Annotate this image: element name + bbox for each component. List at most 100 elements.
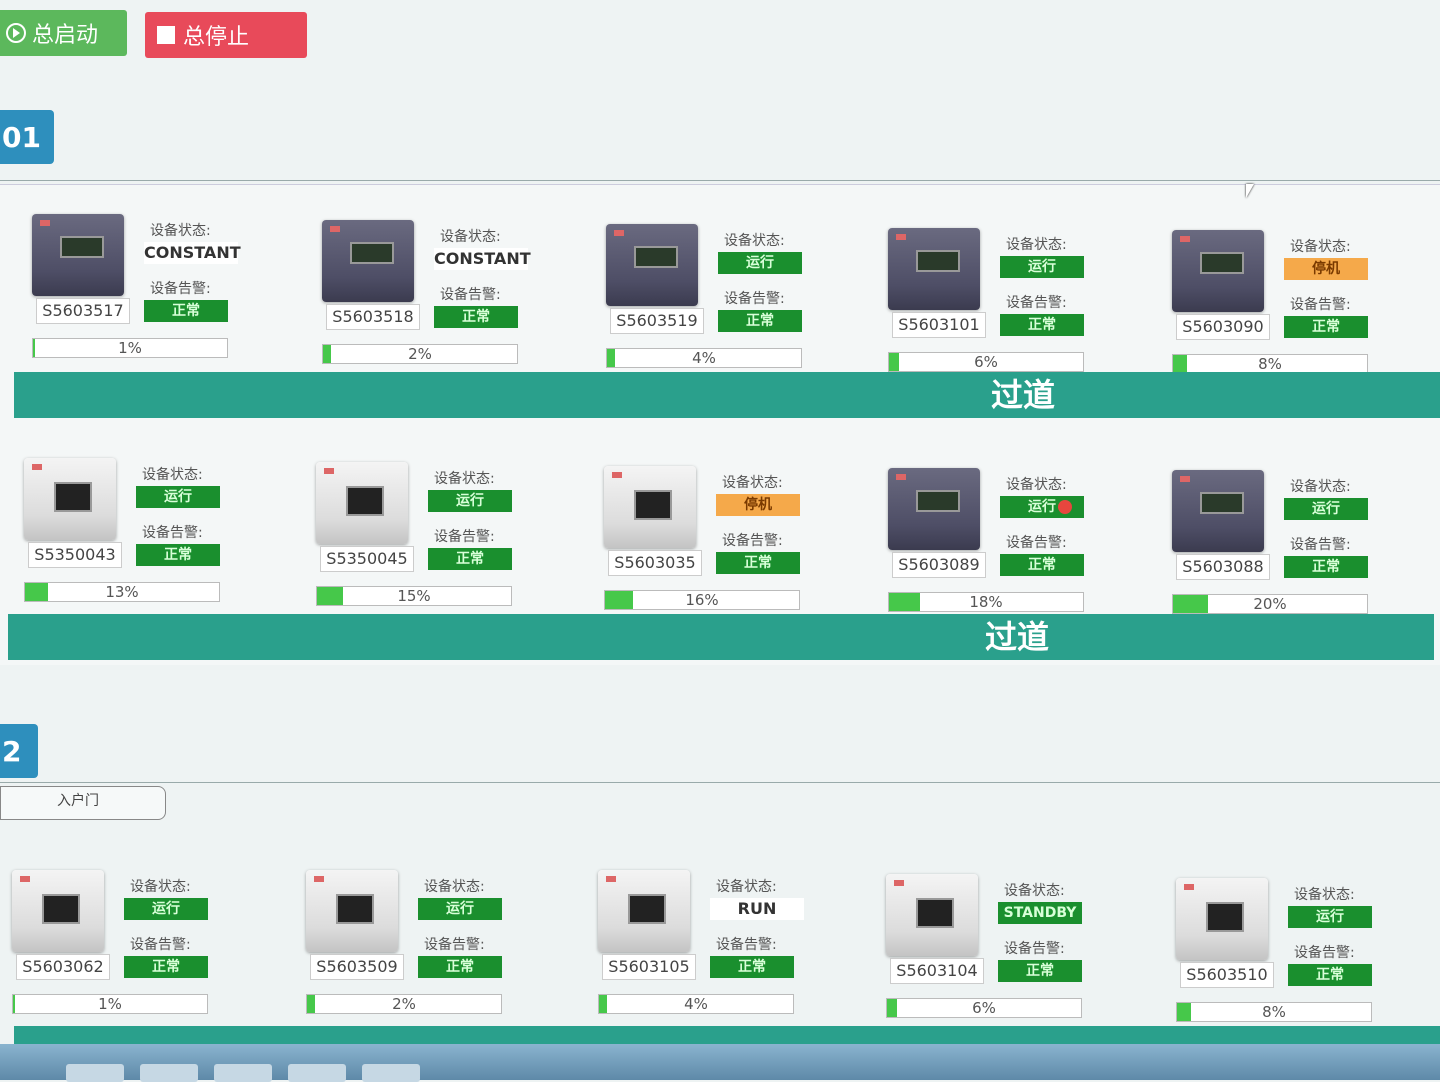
device-card[interactable]: S5603105 设备状态: RUN 设备告警: 正常 4%	[598, 870, 878, 1030]
device-thumbnail[interactable]	[316, 462, 408, 544]
alarm-label: 设备告警:	[434, 529, 495, 545]
group-tab-label: 01	[2, 120, 41, 154]
device-screen-icon	[1200, 252, 1244, 274]
taskbar-app-button[interactable]	[66, 1064, 124, 1082]
cursor-icon	[1246, 184, 1254, 198]
device-screen-icon	[1206, 902, 1244, 932]
taskbar	[0, 1044, 1440, 1082]
status-label: 设备状态:	[130, 879, 191, 895]
alarm-label: 设备告警:	[150, 281, 211, 297]
start-all-button[interactable]: 总启动	[0, 10, 127, 56]
status-label: 设备状态:	[434, 471, 495, 487]
alarm-value: 正常	[716, 552, 800, 574]
status-value: 运行	[1288, 906, 1372, 928]
device-thumbnail[interactable]	[1176, 878, 1268, 960]
device-card[interactable]: S5603062 设备状态: 运行 设备告警: 正常 1%	[12, 870, 292, 1030]
group-tab-01[interactable]: 01	[0, 110, 54, 164]
device-id: S5603101	[892, 312, 986, 338]
brand-badge-icon	[896, 234, 906, 240]
brand-badge-icon	[894, 880, 904, 886]
device-card[interactable]: S5350043 设备状态: 运行 设备告警: 正常 13%	[24, 458, 304, 618]
device-thumbnail[interactable]	[306, 870, 398, 952]
device-id: S5603062	[16, 954, 110, 980]
device-screen-icon	[1200, 492, 1244, 514]
device-card[interactable]: S5350045 设备状态: 运行 设备告警: 正常 15%	[316, 462, 596, 622]
toolbar: 总启动 总停止	[0, 0, 1440, 70]
status-label: 设备状态:	[1294, 887, 1355, 903]
group-tab-2[interactable]: 2	[0, 724, 38, 778]
progress-text: 13%	[105, 583, 139, 601]
device-card[interactable]: S5603519 设备状态: 运行 设备告警: 正常 4%	[606, 224, 886, 384]
progress-text: 6%	[972, 999, 996, 1017]
alarm-value: 正常	[1000, 554, 1084, 576]
brand-badge-icon	[614, 230, 624, 236]
brand-badge-icon	[896, 474, 906, 480]
taskbar-app-button[interactable]	[288, 1064, 346, 1082]
device-thumbnail[interactable]	[888, 228, 980, 310]
alert-indicator	[1058, 500, 1072, 514]
status-label: 设备状态:	[1290, 239, 1351, 255]
progress-text: 18%	[969, 593, 1003, 611]
taskbar-app-button[interactable]	[214, 1064, 272, 1082]
brand-badge-icon	[606, 876, 616, 882]
device-thumbnail[interactable]	[888, 468, 980, 550]
device-screen-icon	[634, 490, 672, 520]
device-screen-icon	[54, 482, 92, 512]
alarm-value: 正常	[718, 310, 802, 332]
device-id: S5603517	[36, 298, 130, 324]
stop-all-button[interactable]: 总停止	[145, 12, 307, 58]
device-id: S5350045	[320, 546, 414, 572]
status-value: 运行	[1000, 256, 1084, 278]
status-label: 设备状态:	[1290, 479, 1351, 495]
device-card[interactable]: S5603088 设备状态: 运行 设备告警: 正常 20%	[1172, 470, 1440, 630]
group-tab-label: 2	[2, 734, 22, 768]
device-id: S5603510	[1180, 962, 1274, 988]
device-thumbnail[interactable]	[886, 874, 978, 956]
device-card[interactable]: S5603090 设备状态: 停机 设备告警: 正常 8%	[1172, 230, 1440, 390]
brand-badge-icon	[612, 472, 622, 478]
device-thumbnail[interactable]	[606, 224, 698, 306]
device-thumbnail[interactable]	[32, 214, 124, 296]
device-card[interactable]: S5603089 设备状态: 运行 设备告警: 正常 18%	[888, 468, 1168, 628]
entry-door-label: 入户门	[57, 793, 99, 809]
device-thumbnail[interactable]	[604, 466, 696, 548]
progress-bar: 8%	[1172, 354, 1368, 374]
device-thumbnail[interactable]	[598, 870, 690, 952]
device-thumbnail[interactable]	[1172, 230, 1264, 312]
device-card[interactable]: S5603510 设备状态: 运行 设备告警: 正常 8%	[1176, 878, 1440, 1038]
taskbar-app-button[interactable]	[362, 1064, 420, 1082]
status-value: 运行	[418, 898, 502, 920]
device-card[interactable]: S5603518 设备状态: CONSTANT 设备告警: 正常 2%	[322, 220, 602, 380]
brand-badge-icon	[324, 468, 334, 474]
progress-bar: 8%	[1176, 1002, 1372, 1022]
progress-bar: 13%	[24, 582, 220, 602]
status-label: 设备状态:	[142, 467, 203, 483]
device-screen-icon	[916, 490, 960, 512]
progress-text: 4%	[692, 349, 716, 367]
alarm-label: 设备告警:	[1006, 295, 1067, 311]
progress-text: 4%	[684, 995, 708, 1013]
progress-text: 6%	[974, 353, 998, 371]
device-thumbnail[interactable]	[24, 458, 116, 540]
alarm-label: 设备告警:	[1290, 297, 1351, 313]
device-card[interactable]: S5603104 设备状态: STANDBY 设备告警: 正常 6%	[886, 874, 1166, 1034]
device-thumbnail[interactable]	[322, 220, 414, 302]
progress-bar: 2%	[322, 344, 518, 364]
device-thumbnail[interactable]	[12, 870, 104, 952]
progress-text: 2%	[392, 995, 416, 1013]
status-label: 设备状态:	[722, 475, 783, 491]
device-card[interactable]: S5603509 设备状态: 运行 设备告警: 正常 2%	[306, 870, 586, 1030]
progress-bar: 4%	[606, 348, 802, 368]
status-label: 设备状态:	[1006, 237, 1067, 253]
device-card[interactable]: S5603517 设备状态: CONSTANT 设备告警: 正常 1%	[32, 214, 312, 374]
progress-text: 8%	[1262, 1003, 1286, 1021]
device-card[interactable]: S5603101 设备状态: 运行 设备告警: 正常 6%	[888, 228, 1168, 388]
taskbar-app-button[interactable]	[140, 1064, 198, 1082]
progress-text: 16%	[685, 591, 719, 609]
progress-text: 15%	[397, 587, 431, 605]
status-value: 运行	[136, 486, 220, 508]
stop-all-label: 总停止	[183, 25, 250, 50]
device-screen-icon	[634, 246, 678, 268]
device-card[interactable]: S5603035 设备状态: 停机 设备告警: 正常 16%	[604, 466, 884, 626]
device-thumbnail[interactable]	[1172, 470, 1264, 552]
